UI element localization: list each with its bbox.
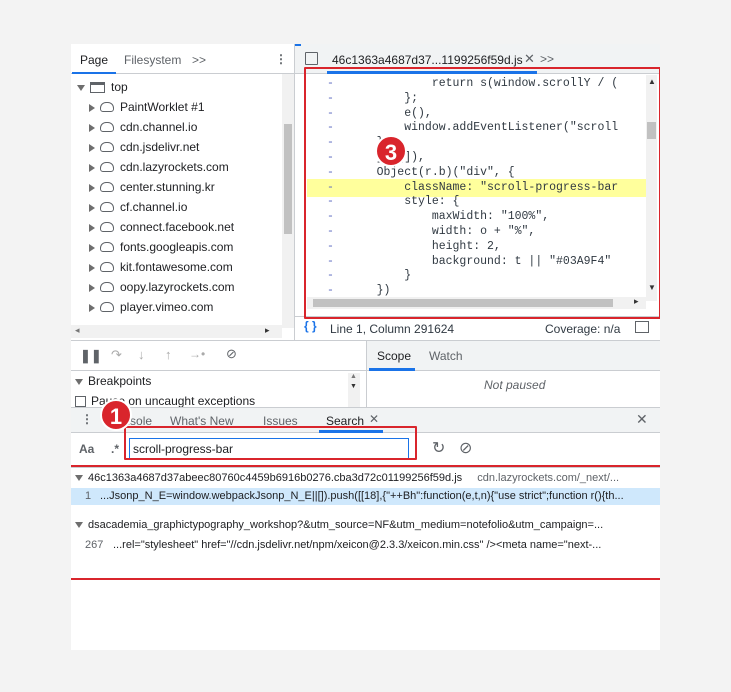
tree-item[interactable]: cdn.channel.io [89, 117, 197, 137]
close-drawer-icon[interactable]: ✕ [636, 411, 648, 428]
cloud-icon [100, 141, 114, 152]
cloud-icon [100, 161, 114, 172]
navigator-tabbar: Page Filesystem >> ⋮ [71, 44, 295, 74]
regex-button[interactable]: .* [111, 442, 119, 456]
editor-statusbar: { } Line 1, Column 291624 Coverage: n/a [295, 316, 660, 340]
tree-item[interactable]: PaintWorklet #1 [89, 97, 205, 117]
navigator-vscrollbar[interactable] [282, 74, 294, 328]
cloud-icon [100, 201, 114, 212]
coverage-status: Coverage: n/a [545, 322, 621, 336]
annotation-box-search [124, 426, 417, 460]
tree-item[interactable]: cdn.lazyrockets.com [89, 157, 229, 177]
annotation-badge-1: 1 [100, 399, 132, 431]
file-tab[interactable]: 46c1363a4687d37...1199256f59d.js [332, 53, 523, 67]
expand-arrow-icon [89, 243, 95, 252]
refresh-icon[interactable]: ↻ [432, 438, 445, 458]
navigator-menu-icon[interactable]: ⋮ [275, 52, 287, 66]
pause-icon[interactable]: ❚❚ [80, 348, 102, 364]
annotation-box-results [71, 465, 660, 580]
expand-arrow-icon [89, 303, 95, 312]
cloud-icon [100, 241, 114, 252]
cloud-icon [100, 261, 114, 272]
step-over-icon[interactable]: ↷ [111, 347, 122, 363]
tab-watch[interactable]: Watch [429, 349, 463, 363]
tree-item[interactable]: player.vimeo.com [89, 297, 213, 317]
expand-arrow-icon [89, 183, 95, 192]
annotation-box-editor [304, 67, 660, 319]
scroll-left-icon[interactable]: ◂ [75, 325, 80, 336]
cloud-icon [100, 301, 114, 312]
close-tab-icon[interactable]: ✕ [524, 51, 535, 67]
tree-item-top[interactable]: top [77, 77, 128, 97]
tree-item[interactable]: center.stunning.kr [89, 177, 215, 197]
debugger-scrollbar[interactable]: ▲ ▼ [348, 373, 360, 407]
toggle-debugger-icon[interactable] [635, 321, 649, 333]
tree-item[interactable]: cf.channel.io [89, 197, 187, 217]
scroll-right-icon[interactable]: ▸ [265, 325, 270, 336]
annotation-badge-3: 3 [375, 135, 407, 167]
pause-exceptions-checkbox[interactable] [75, 396, 86, 408]
drawer-menu-icon[interactable]: ⋮ [81, 412, 93, 426]
expand-arrow-icon [89, 283, 95, 292]
expand-arrow-icon [89, 263, 95, 272]
cloud-icon [100, 181, 114, 192]
expand-arrow-icon [89, 223, 95, 232]
match-case-button[interactable]: Aa [79, 442, 94, 456]
file-navigator: Page Filesystem >> ⋮ top PaintWorklet #1… [71, 44, 295, 340]
navigator-scroll-thumb[interactable] [284, 124, 292, 234]
toggle-navigator-icon[interactable] [305, 52, 318, 65]
tab-filesystem[interactable]: Filesystem [124, 53, 181, 67]
tree-item[interactable]: oopy.lazyrockets.com [89, 277, 235, 297]
step-icon[interactable]: →• [189, 347, 205, 361]
breakpoints-header[interactable]: Breakpoints [75, 374, 151, 388]
cursor-position: Line 1, Column 291624 [330, 322, 455, 336]
cloud-icon [100, 281, 114, 292]
devtools-window: Page Filesystem >> ⋮ top PaintWorklet #1… [71, 44, 660, 650]
cloud-icon [100, 221, 114, 232]
tree-item[interactable]: fonts.googleapis.com [89, 237, 233, 257]
expand-arrow-icon [89, 123, 95, 132]
debugger-panel: ❚❚ ↷ ↓ ↑ →• ⊘ Breakpoints ▲ ▼ Pause on u… [71, 340, 660, 408]
not-paused-message: Not paused [484, 378, 546, 392]
expand-arrow-icon [89, 163, 95, 172]
tab-page[interactable]: Page [71, 53, 117, 74]
step-into-icon[interactable]: ↓ [138, 347, 145, 362]
expand-arrow-icon [89, 103, 95, 112]
debugger-toolbar: ❚❚ ↷ ↓ ↑ →• ⊘ [71, 341, 366, 371]
collapse-arrow-icon [75, 378, 83, 385]
scope-watch-pane: Scope Watch Not paused [366, 341, 660, 408]
tree-item[interactable]: connect.facebook.net [89, 217, 234, 237]
navigator-hscrollbar[interactable]: ◂ ▸ [71, 325, 282, 338]
pretty-print-icon[interactable]: { } [304, 319, 317, 333]
cloud-icon [100, 121, 114, 132]
close-search-tab-icon[interactable]: ✕ [369, 412, 379, 426]
cloud-icon [100, 101, 114, 112]
editor-tabs-overflow[interactable]: >> [540, 52, 554, 66]
expand-arrow-icon [89, 143, 95, 152]
frame-icon [90, 82, 105, 94]
expand-arrow-icon [77, 84, 85, 91]
deactivate-breakpoints-icon[interactable]: ⊘ [226, 346, 237, 362]
tab-scope[interactable]: Scope [377, 349, 411, 363]
step-out-icon[interactable]: ↑ [165, 347, 172, 362]
expand-arrow-icon [89, 203, 95, 212]
tabs-overflow-button[interactable]: >> [192, 53, 206, 67]
tree-item[interactable]: cdn.jsdelivr.net [89, 137, 199, 157]
tree-item[interactable]: kit.fontawesome.com [89, 257, 233, 277]
clear-icon[interactable]: ⊘ [459, 438, 472, 458]
